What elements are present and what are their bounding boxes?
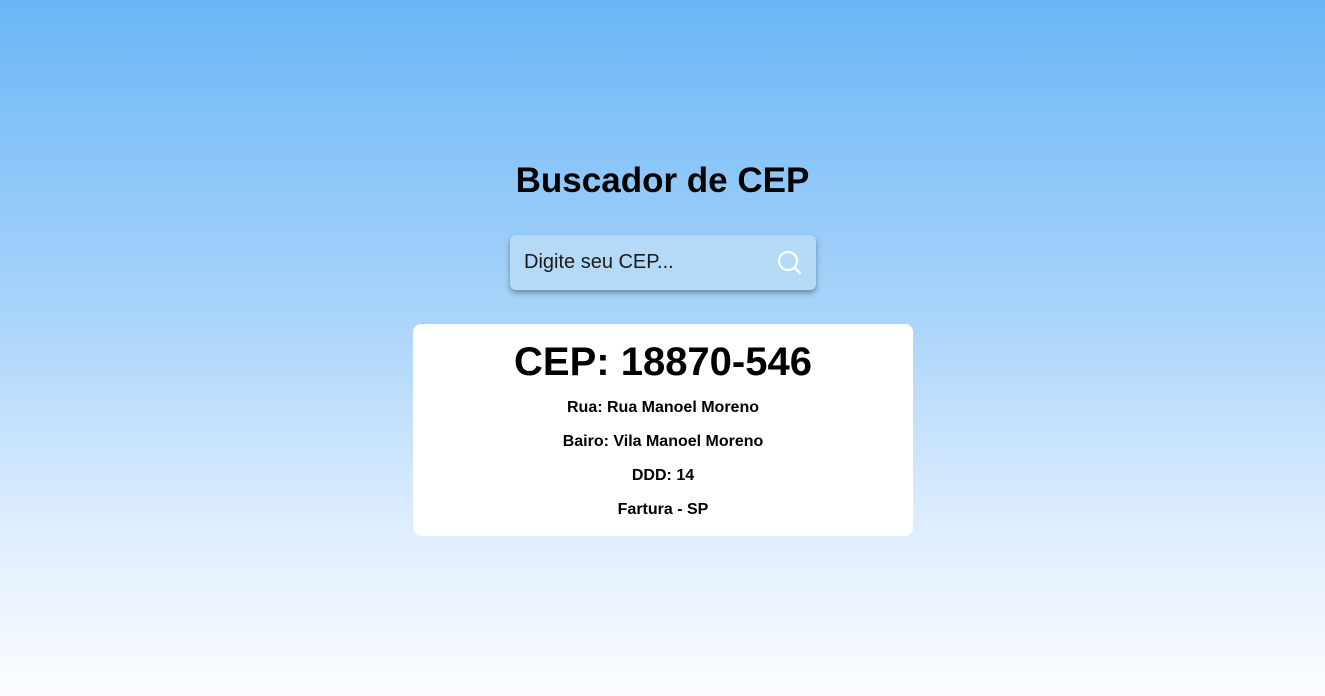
cep-result-heading: CEP: 18870-546 <box>514 340 812 384</box>
search-button[interactable] <box>774 247 806 279</box>
cep-search-input[interactable] <box>510 235 760 290</box>
city-state-info: Fartura - SP <box>617 501 709 518</box>
page-title: Buscador de CEP <box>515 161 810 200</box>
street-info: Rua: Rua Manoel Moreno <box>566 399 759 416</box>
neighborhood-info: Bairo: Vila Manoel Moreno <box>562 433 764 450</box>
ddd-info: DDD: 14 <box>631 467 695 484</box>
search-icon <box>774 250 806 282</box>
result-card: CEP: 18870-546 Rua: Rua Manoel Moreno Ba… <box>413 324 913 536</box>
search-box <box>510 235 816 290</box>
